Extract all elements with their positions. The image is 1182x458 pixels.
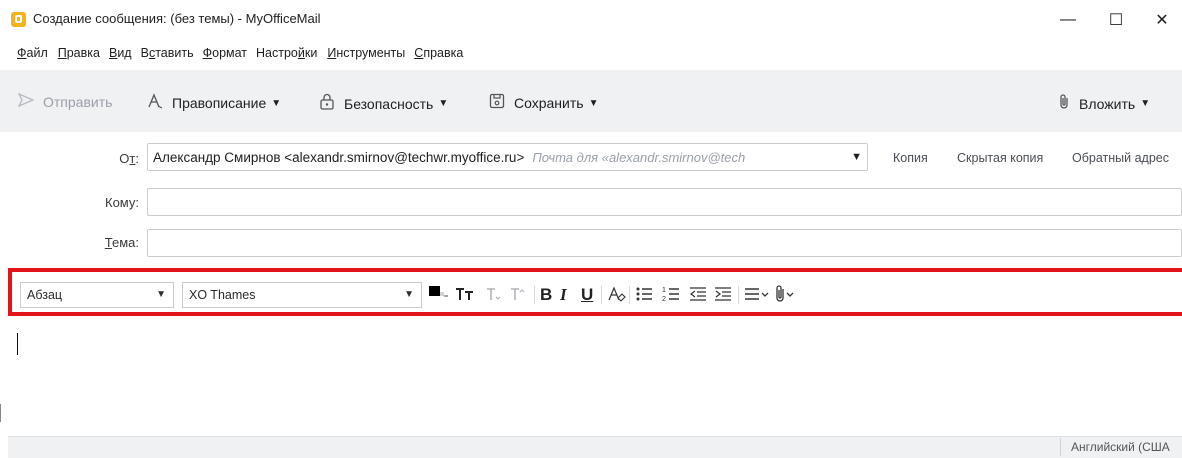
attachment-format-icon[interactable]: [774, 284, 798, 311]
from-placeholder: Почта для «alexandr.smirnov@tech: [532, 149, 746, 165]
text-color-icon[interactable]: [428, 284, 450, 311]
close-button[interactable]: ✕: [1140, 0, 1182, 40]
divider: [738, 286, 739, 304]
chevron-down-icon: ▼: [156, 289, 166, 300]
from-label-main: О: [119, 151, 130, 166]
menu-settings[interactable]: Настройки: [256, 44, 317, 66]
menu-format-rest: ормат: [212, 46, 248, 60]
menu-insert-pre: В: [140, 46, 149, 60]
italic-button[interactable]: I: [560, 284, 567, 306]
numbered-list-icon[interactable]: 12: [662, 284, 680, 311]
window-title: Создание сообщения: (без темы) - MyOffic…: [33, 11, 321, 26]
menu-settings-rest: ки: [304, 46, 318, 60]
from-label: От:: [79, 151, 139, 166]
send-icon: [17, 92, 35, 111]
menu-file-key: Ф: [17, 46, 27, 60]
chevron-down-icon: ▼: [438, 98, 449, 109]
bold-button[interactable]: B: [540, 284, 552, 306]
align-icon[interactable]: [744, 284, 772, 311]
subject-label-rest: ема:: [111, 235, 139, 250]
menu-edit-rest: равка: [66, 46, 100, 60]
from-label-colon: :: [135, 151, 139, 166]
spelling-icon: [147, 93, 163, 113]
main-toolbar: Отправить Правописание ▼ Безопасность ▼ …: [0, 70, 1182, 132]
paragraph-style-value: Абзац: [27, 288, 63, 302]
svg-text:2: 2: [662, 296, 666, 303]
menu-view-rest: ид: [117, 46, 132, 60]
maximize-button[interactable]: ☐: [1094, 0, 1138, 40]
chevron-down-icon: ▼: [1140, 98, 1151, 109]
menu-file-rest: айл: [26, 46, 48, 60]
spelling-label: Правописание: [172, 95, 267, 111]
attach-button[interactable]: Вложить ▼: [1058, 93, 1150, 114]
menu-tools-rest: нструменты: [336, 46, 406, 60]
attach-label: Вложить: [1079, 95, 1136, 112]
text-cursor: [17, 333, 18, 355]
menu-settings-pre: Настро: [256, 46, 298, 60]
menu-help-rest: правка: [423, 46, 464, 60]
security-label: Безопасность: [344, 95, 434, 112]
spelling-button[interactable]: Правописание ▼: [147, 93, 281, 113]
to-field[interactable]: [147, 188, 1182, 216]
indent-icon[interactable]: [714, 284, 732, 311]
divider: [534, 286, 535, 304]
to-label: Кому:: [105, 195, 139, 210]
increase-font-icon[interactable]: [509, 284, 527, 311]
window-edge: [0, 404, 1, 422]
reply-to-link[interactable]: Обратный адрес: [1072, 151, 1169, 165]
decrease-font-icon[interactable]: [485, 284, 503, 311]
outdent-icon[interactable]: [689, 284, 707, 311]
font-select[interactable]: XO Thames ▼: [182, 282, 422, 308]
menu-view[interactable]: Вид: [109, 44, 132, 66]
app-logo-icon: [11, 12, 26, 27]
underline-button[interactable]: U: [581, 284, 593, 306]
menu-tools-key: И: [327, 46, 337, 60]
subject-label: Тема:: [79, 235, 139, 250]
language-status[interactable]: Английский (США: [1071, 440, 1170, 454]
chevron-down-icon: ▼: [851, 151, 862, 163]
svg-text:1: 1: [662, 287, 666, 294]
divider: [601, 286, 602, 304]
save-icon: [489, 93, 505, 113]
menu-insert-rest: тавить: [155, 46, 194, 60]
menu-help[interactable]: Справка: [414, 44, 463, 66]
menu-file[interactable]: Файл: [17, 44, 48, 66]
cc-link[interactable]: Копия: [893, 151, 928, 165]
security-button[interactable]: Безопасность ▼: [319, 93, 448, 114]
message-body-editor[interactable]: [8, 320, 1182, 435]
lock-icon: [319, 93, 335, 114]
font-value: XO Thames: [189, 288, 256, 302]
menu-bar: Файл Правка Вид Вставить Формат Настройк…: [0, 44, 463, 66]
bcc-link[interactable]: Скрытая копия: [957, 151, 1043, 165]
menu-edit[interactable]: Правка: [58, 44, 100, 66]
save-label: Сохранить: [514, 95, 584, 111]
status-divider: [1060, 438, 1061, 456]
paragraph-style-select[interactable]: Абзац ▼: [20, 282, 174, 308]
chevron-down-icon: ▼: [404, 289, 414, 300]
chevron-down-icon: ▼: [271, 97, 282, 109]
menu-format-key: Ф: [202, 46, 213, 60]
menu-help-key: С: [414, 46, 424, 60]
send-button[interactable]: Отправить: [17, 92, 113, 111]
menu-edit-key: П: [57, 46, 67, 60]
clear-format-icon[interactable]: [607, 284, 627, 311]
chevron-down-icon: ▼: [588, 97, 599, 109]
from-select[interactable]: Александр Смирнов <alexandr.smirnov@tech…: [147, 143, 868, 171]
menu-insert[interactable]: Вставить: [141, 44, 194, 66]
format-toolbar: Абзац ▼ XO Thames ▼ B I U 12: [8, 268, 1182, 316]
subject-label-key: Т: [104, 235, 112, 250]
status-bar: [8, 436, 1182, 458]
divider: [629, 286, 630, 304]
menu-tools[interactable]: Инструменты: [327, 44, 405, 66]
subject-field[interactable]: [147, 229, 1182, 257]
bullet-list-icon[interactable]: [635, 284, 653, 311]
minimize-button[interactable]: —: [1046, 0, 1090, 40]
paperclip-icon: [1058, 93, 1070, 114]
save-button[interactable]: Сохранить ▼: [489, 93, 598, 113]
from-value: Александр Смирнов <alexandr.smirnov@tech…: [153, 149, 525, 165]
send-label: Отправить: [43, 94, 113, 110]
font-size-icon[interactable]: [454, 284, 478, 311]
menu-format[interactable]: Формат: [203, 44, 247, 66]
menu-settings-key: й: [297, 46, 305, 60]
